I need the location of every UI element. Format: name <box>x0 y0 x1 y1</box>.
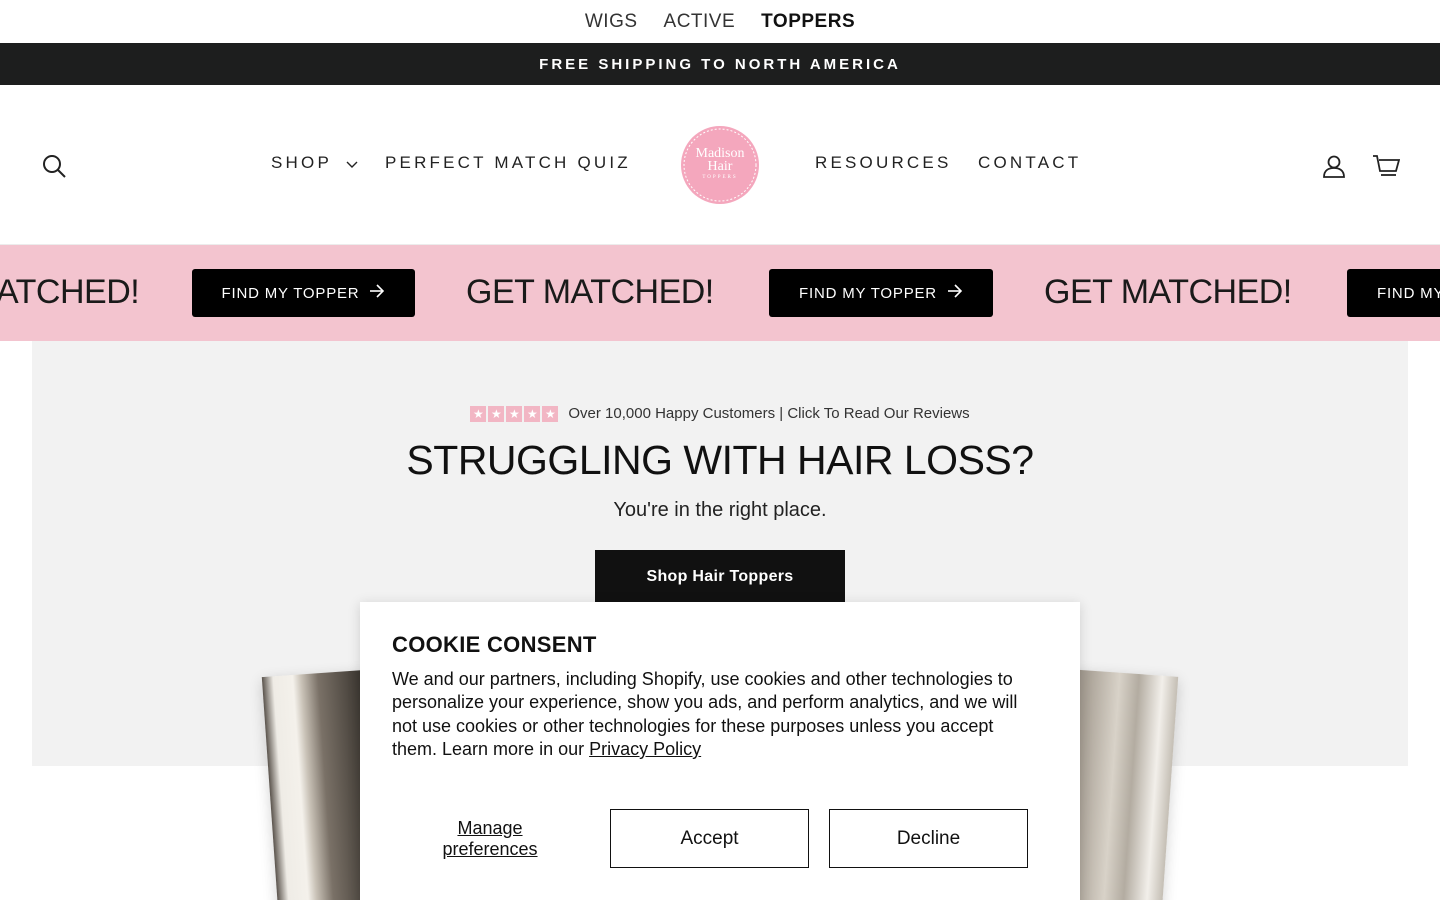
star-icon: ★ <box>524 405 541 422</box>
marquee-text: GET MATCHED! <box>466 273 714 311</box>
cookie-body: We and our partners, including Shopify, … <box>392 668 1042 761</box>
search-icon[interactable] <box>41 153 67 179</box>
cart-icon[interactable] <box>1372 153 1401 179</box>
marquee-text: ATCHED! <box>0 273 140 311</box>
reviews-text: Over 10,000 Happy Customers | Click To R… <box>568 405 970 422</box>
star-rating: ★ ★ ★ ★ ★ <box>470 405 559 422</box>
arrow-right-icon <box>947 284 963 302</box>
find-my-topper-label: FIND MY TOPPER <box>221 284 360 302</box>
find-my-topper-button[interactable]: FIND MY <box>1347 269 1440 317</box>
cookie-body-text: We and our partners, including Shopify, … <box>392 669 1018 759</box>
arrow-right-icon <box>369 284 385 302</box>
account-icon[interactable] <box>1321 153 1347 179</box>
find-my-topper-label: FIND MY <box>1377 284 1440 302</box>
find-my-topper-button[interactable]: FIND MY TOPPER <box>192 269 415 317</box>
hero-title: STRUGGLING WITH HAIR LOSS? <box>406 437 1034 483</box>
find-my-topper-label: FIND MY TOPPER <box>799 284 937 302</box>
nav-resources[interactable]: RESOURCES <box>815 153 952 173</box>
nav-shop-label: SHOP <box>271 153 332 172</box>
accept-button[interactable]: Accept <box>610 809 809 868</box>
manage-preferences-link[interactable]: Manage preferences <box>420 818 560 860</box>
marquee-text: GET MATCHED! <box>1044 273 1292 311</box>
brand-tab-toppers[interactable]: TOPPERS <box>748 11 868 33</box>
site-logo[interactable]: Madison Hair TOPPERS <box>680 125 760 205</box>
star-icon: ★ <box>488 405 505 422</box>
find-my-topper-button[interactable]: FIND MY TOPPER <box>769 269 993 317</box>
announcement-bar: FREE SHIPPING TO NORTH AMERICA <box>0 43 1440 85</box>
star-icon: ★ <box>506 405 523 422</box>
cookie-consent-dialog: COOKIE CONSENT We and our partners, incl… <box>360 602 1080 900</box>
brand-tabs: WIGS ACTIVE TOPPERS <box>0 0 1440 43</box>
privacy-policy-link[interactable]: Privacy Policy <box>589 739 701 759</box>
announcement-text: FREE SHIPPING TO NORTH AMERICA <box>539 55 901 73</box>
brand-tab-active[interactable]: ACTIVE <box>651 11 749 33</box>
site-header: SHOP PERFECT MATCH QUIZ Madison Hair TOP… <box>0 85 1440 245</box>
decline-button[interactable]: Decline <box>829 809 1028 868</box>
hero-subtitle: You're in the right place. <box>613 499 827 521</box>
nav-contact[interactable]: CONTACT <box>978 153 1081 173</box>
nav-perfect-match-quiz[interactable]: PERFECT MATCH QUIZ <box>385 153 631 173</box>
promo-marquee: ATCHED! FIND MY TOPPER GET MATCHED! FIND… <box>0 245 1440 341</box>
star-icon: ★ <box>470 405 487 422</box>
reviews-link[interactable]: ★ ★ ★ ★ ★ Over 10,000 Happy Customers | … <box>32 405 1408 422</box>
logo-text-hair: Hair <box>707 159 733 174</box>
star-icon: ★ <box>542 405 559 422</box>
cookie-title: COOKIE CONSENT <box>392 632 597 657</box>
chevron-down-icon <box>346 154 358 174</box>
brand-tab-wigs[interactable]: WIGS <box>572 11 651 33</box>
logo-text-toppers: TOPPERS <box>702 175 738 180</box>
nav-shop[interactable]: SHOP <box>271 153 358 174</box>
shop-hair-toppers-button[interactable]: Shop Hair Toppers <box>595 550 845 604</box>
